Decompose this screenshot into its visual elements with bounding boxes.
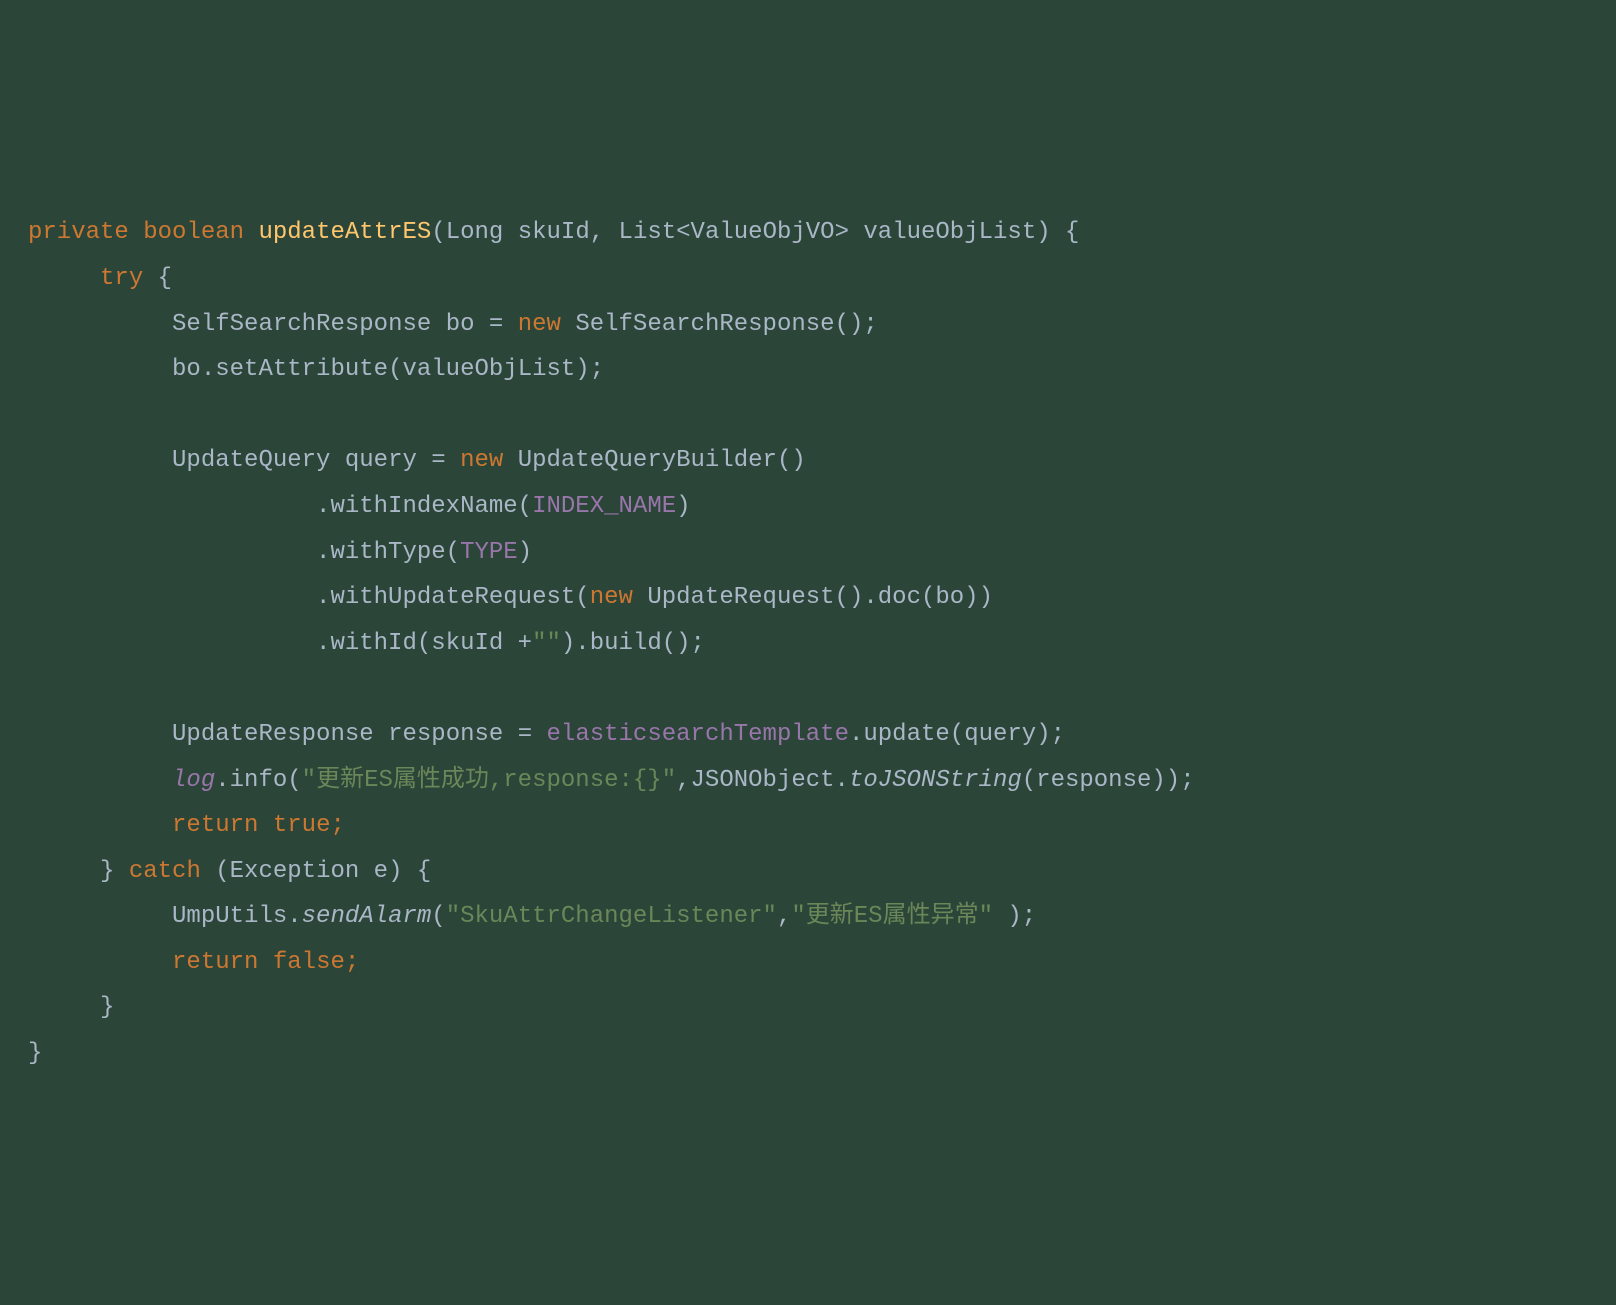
code-line: }: [28, 994, 114, 1021]
keyword-return: return: [172, 949, 258, 976]
constant: INDEX_NAME: [532, 493, 676, 520]
logger: log: [172, 767, 215, 794]
code-line: return true;: [28, 812, 345, 839]
code-line: bo.setAttribute(valueObjList);: [28, 356, 604, 383]
class-name: UmpUtils.: [172, 903, 302, 930]
code-line: } catch (Exception e) {: [28, 858, 431, 885]
statement: bo.setAttribute(valueObjList);: [172, 356, 604, 383]
code-line: UmpUtils.sendAlarm("SkuAttrChangeListene…: [28, 903, 1036, 930]
punctuation: (response));: [1022, 767, 1195, 794]
code-line: private boolean updateAttrES(Long skuId,…: [28, 219, 1079, 246]
keyword-new: new: [590, 584, 633, 611]
method-call: .withUpdateRequest(: [316, 584, 590, 611]
punctuation: ;: [863, 311, 877, 338]
field: elasticsearchTemplate: [547, 721, 849, 748]
function-name: updateAttrES: [258, 219, 431, 246]
param-type: List<ValueObjVO>: [619, 219, 864, 246]
code-line: UpdateQuery query = new UpdateQueryBuild…: [28, 447, 806, 474]
boolean-literal: true;: [258, 812, 344, 839]
type-name: UpdateQuery: [172, 447, 345, 474]
constant: TYPE: [460, 539, 518, 566]
type-name: UpdateResponse: [172, 721, 388, 748]
code-line: .withType(TYPE): [28, 539, 532, 566]
constructor: SelfSearchResponse(): [561, 311, 863, 338]
punctuation: ): [676, 493, 690, 520]
code-line: .withIndexName(INDEX_NAME): [28, 493, 691, 520]
variable: bo =: [446, 311, 518, 338]
string-literal: "SkuAttrChangeListener": [446, 903, 777, 930]
param-name: skuId: [518, 219, 590, 246]
punctuation: ): [1036, 219, 1050, 246]
punctuation: }: [28, 1040, 42, 1067]
static-method: sendAlarm: [302, 903, 432, 930]
punctuation: (: [431, 903, 445, 930]
punctuation: (: [431, 219, 445, 246]
variable: query =: [345, 447, 460, 474]
method-call: .update(query);: [849, 721, 1065, 748]
static-method: toJSONString: [849, 767, 1022, 794]
keyword-return: return: [172, 812, 258, 839]
method-call: .withId(skuId +: [316, 630, 532, 657]
string-literal: "更新ES属性异常": [791, 903, 1007, 930]
catch-args: (Exception e) {: [201, 858, 431, 885]
param-name: valueObjList: [863, 219, 1036, 246]
keyword-new: new: [518, 311, 561, 338]
keyword-private: private: [28, 219, 129, 246]
constructor: UpdateQueryBuilder(): [503, 447, 805, 474]
punctuation: ,: [777, 903, 791, 930]
code-block: private boolean updateAttrES(Long skuId,…: [28, 210, 1588, 1076]
punctuation: );: [1007, 903, 1036, 930]
code-line: UpdateResponse response = elasticsearchT…: [28, 721, 1065, 748]
method-call: .withType(: [316, 539, 460, 566]
boolean-literal: false;: [258, 949, 359, 976]
code-line: return false;: [28, 949, 359, 976]
punctuation: ,: [590, 219, 619, 246]
code-line: log.info("更新ES属性成功,response:{}",JSONObje…: [28, 767, 1195, 794]
punctuation: }: [100, 858, 129, 885]
keyword-new: new: [460, 447, 503, 474]
string-literal: "更新ES属性成功,response:{}": [302, 767, 676, 794]
punctuation: ): [518, 539, 532, 566]
code-line: .withId(skuId +"").build();: [28, 630, 705, 657]
param-type: Long: [446, 219, 518, 246]
keyword-catch: catch: [129, 858, 201, 885]
code-line: .withUpdateRequest(new UpdateRequest().d…: [28, 584, 993, 611]
code-line: try {: [28, 265, 172, 292]
string-literal: "": [532, 630, 561, 657]
method-call: .withIndexName(: [316, 493, 532, 520]
code-line: SelfSearchResponse bo = new SelfSearchRe…: [28, 311, 878, 338]
punctuation: {: [143, 265, 172, 292]
method-call: ).build();: [561, 630, 705, 657]
punctuation: }: [100, 994, 114, 1021]
code-line: }: [28, 1040, 42, 1067]
keyword-boolean: boolean: [143, 219, 244, 246]
punctuation: ,JSONObject.: [676, 767, 849, 794]
keyword-try: try: [100, 265, 143, 292]
method-call: .info(: [215, 767, 301, 794]
variable: response =: [388, 721, 546, 748]
constructor: UpdateRequest().doc(bo)): [633, 584, 993, 611]
punctuation: {: [1051, 219, 1080, 246]
type-name: SelfSearchResponse: [172, 311, 446, 338]
